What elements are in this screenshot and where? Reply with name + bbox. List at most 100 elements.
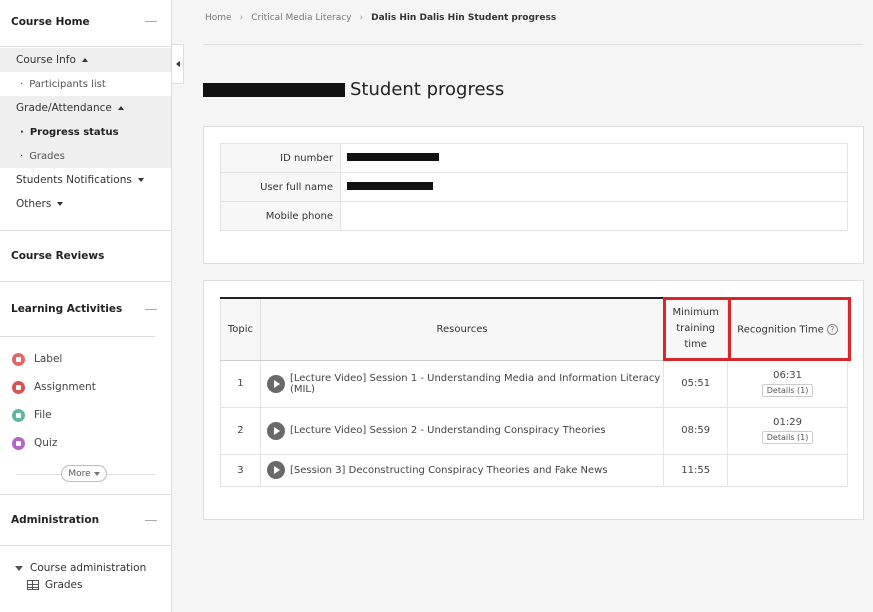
table-icon — [27, 580, 39, 590]
chevron-left-icon — [175, 61, 180, 67]
table-row: Mobile phone — [220, 201, 848, 231]
participants-list-label: Participants list — [29, 78, 106, 90]
progress-status-label: Progress status — [29, 126, 119, 138]
table-row: 2 [Lecture Video] Session 2 - Understand… — [220, 406, 848, 455]
topic-cell: 1 — [220, 359, 261, 408]
course-home-header[interactable]: Course Home — [0, 0, 171, 43]
highlight-box-min-time — [663, 297, 731, 361]
course-info-label: Course Info — [16, 54, 76, 66]
recognition-cell: 06:31 Details (1) — [727, 359, 848, 408]
student-info-table: ID number User full name Mobile phone — [220, 143, 848, 231]
grades-label: Grades — [29, 150, 65, 162]
more-label: More — [68, 468, 91, 479]
sidebar-item-course-info[interactable]: Course Info — [0, 48, 171, 72]
table-row: 1 [Lecture Video] Session 1 - Understand… — [220, 359, 848, 408]
sidebar-item-grade-attendance[interactable]: Grade/Attendance — [0, 96, 171, 120]
min-time-cell: 11:55 — [663, 453, 729, 487]
recognition-cell — [727, 453, 848, 487]
page-title-text: Student progress — [350, 79, 505, 100]
min-time-cell: 05:51 — [663, 359, 729, 408]
administration-label: Administration — [11, 514, 100, 526]
course-reviews-label: Course Reviews — [11, 250, 105, 262]
resource-cell: [Session 3] Deconstructing Conspiracy Th… — [259, 453, 665, 487]
details-button[interactable]: Details (1) — [761, 431, 814, 444]
resource-link[interactable]: [Lecture Video] Session 2 - Understandin… — [290, 425, 606, 436]
user-full-name-value — [340, 172, 848, 202]
collapse-dash-icon[interactable] — [145, 21, 157, 22]
caret-down-icon — [93, 471, 100, 476]
redacted-name — [203, 82, 345, 97]
play-icon[interactable] — [266, 421, 285, 440]
progress-card: Topic Resources Minimum training time Re… — [203, 280, 864, 520]
course-administration-label: Course administration — [30, 562, 147, 574]
caret-up-icon — [117, 106, 124, 110]
highlight-box-recognition — [728, 297, 851, 361]
topic-cell: 3 — [220, 453, 261, 487]
sidebar-item-progress-status[interactable]: · Progress status — [0, 120, 171, 144]
activity-label-text: Label — [34, 353, 63, 365]
assignment-icon — [12, 380, 25, 394]
collapse-dash-icon[interactable] — [145, 519, 157, 521]
administration-header[interactable]: Administration — [0, 495, 171, 545]
more-row: More — [16, 463, 155, 485]
activity-assignment-text: Assignment — [34, 381, 96, 393]
redacted-value — [347, 181, 433, 190]
recognition-cell: 01:29 Details (1) — [727, 406, 848, 455]
chevron-right-icon: › — [239, 13, 244, 23]
learning-activities-label: Learning Activities — [11, 303, 123, 315]
breadcrumb: Home › Critical Media Literacy › Dalis H… — [205, 13, 556, 23]
mobile-phone-label: Mobile phone — [220, 201, 341, 231]
collapse-dash-icon[interactable] — [145, 308, 157, 310]
table-row: ID number — [220, 143, 848, 173]
resource-cell: [Lecture Video] Session 1 - Understandin… — [259, 359, 665, 408]
activity-label[interactable]: Label — [0, 345, 171, 373]
sidebar-item-others[interactable]: Others — [0, 192, 171, 216]
file-icon — [12, 408, 25, 422]
course-reviews-header[interactable]: Course Reviews — [0, 231, 171, 281]
table-row: User full name — [220, 172, 848, 202]
caret-down-icon — [137, 178, 144, 182]
resource-link[interactable]: [Lecture Video] Session 1 - Understandin… — [290, 373, 663, 395]
chevron-right-icon: › — [359, 13, 364, 23]
mobile-phone-value — [340, 201, 848, 231]
resource-cell: [Lecture Video] Session 2 - Understandin… — [259, 406, 665, 455]
others-label: Others — [16, 198, 52, 210]
breadcrumb-course[interactable]: Critical Media Literacy — [251, 13, 351, 23]
expand-triangle-icon — [15, 565, 23, 571]
sidebar-item-participants-list[interactable]: · Participants list — [0, 72, 171, 96]
learning-activities-header[interactable]: Learning Activities — [0, 282, 171, 336]
details-button[interactable]: Details (1) — [761, 384, 814, 397]
page-title: Student progress — [203, 79, 504, 100]
topic-cell: 2 — [220, 406, 261, 455]
user-full-name-label: User full name — [220, 172, 341, 202]
activity-quiz[interactable]: Quiz — [0, 429, 171, 457]
bullet-icon: · — [20, 126, 24, 138]
quiz-icon — [12, 436, 25, 450]
sidebar-item-students-notifications[interactable]: Students Notifications — [0, 168, 171, 192]
more-button[interactable]: More — [61, 465, 107, 482]
sidebar-item-grades[interactable]: · Grades — [0, 144, 171, 168]
grade-attendance-label: Grade/Attendance — [16, 102, 112, 114]
topic-header[interactable]: Topic — [220, 297, 261, 361]
course-administration-item[interactable]: Course administration — [0, 562, 171, 574]
activity-assignment[interactable]: Assignment — [0, 373, 171, 401]
play-icon[interactable] — [266, 374, 285, 393]
play-icon[interactable] — [266, 461, 285, 479]
breadcrumb-home[interactable]: Home — [205, 13, 232, 23]
id-number-label: ID number — [220, 143, 341, 173]
breadcrumb-current: Dalis Hin Dalis Hin Student progress — [371, 13, 557, 23]
resource-link[interactable]: [Session 3] Deconstructing Conspiracy Th… — [290, 465, 608, 476]
table-row: 3 [Session 3] Deconstructing Conspiracy … — [220, 453, 848, 487]
sidebar-toggle-button[interactable] — [172, 44, 184, 84]
id-number-value — [340, 143, 848, 173]
admin-grades-item[interactable]: Grades — [0, 579, 171, 591]
admin-grades-label: Grades — [45, 579, 83, 591]
students-notifications-label: Students Notifications — [16, 174, 132, 186]
recognition-value: 06:31 — [773, 370, 802, 381]
recognition-value: 01:29 — [773, 417, 802, 428]
redacted-value — [347, 152, 439, 161]
activity-file[interactable]: File — [0, 401, 171, 429]
min-time-cell: 08:59 — [663, 406, 729, 455]
bullet-icon: · — [20, 150, 24, 162]
resources-header[interactable]: Resources — [259, 297, 665, 361]
